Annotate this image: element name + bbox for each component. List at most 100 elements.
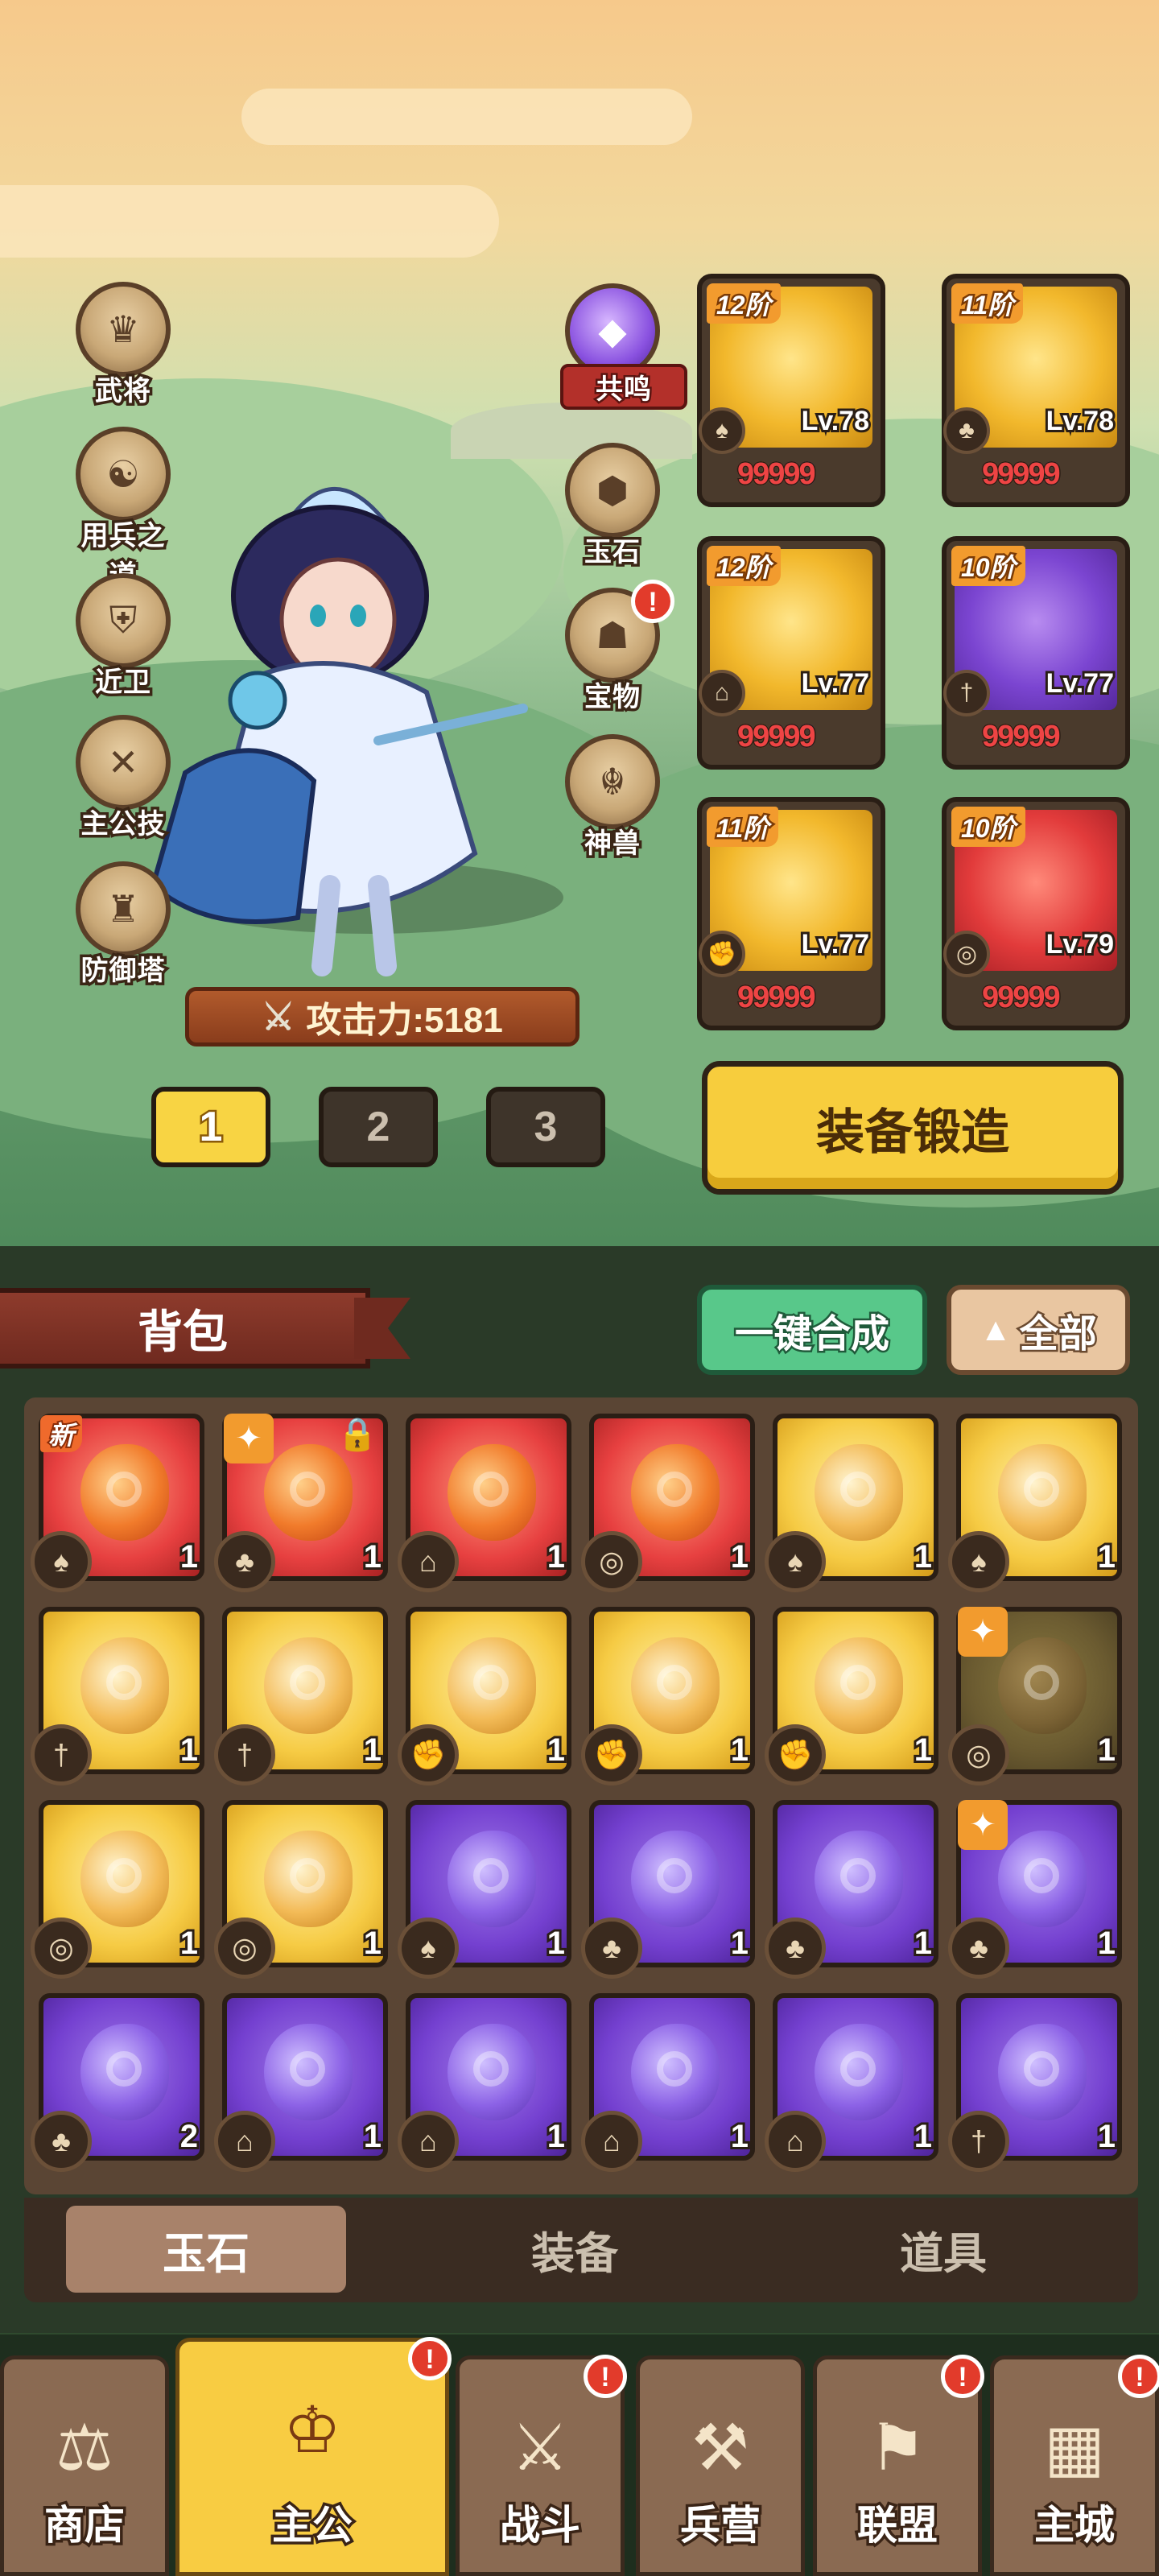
side-button-label: 主公技	[78, 807, 167, 843]
alert-badge-icon: !	[631, 580, 674, 623]
side-button-guard[interactable]: ⛨ 近卫	[71, 573, 175, 701]
item-quantity: 1	[912, 1537, 934, 1577]
inventory-item[interactable]: ✊ 1	[765, 1607, 938, 1785]
side-button-label: 宝物	[582, 679, 643, 716]
equipment-card[interactable]: 10阶 Lv.77 † 99999	[942, 536, 1130, 770]
item-quantity: 1	[728, 1923, 751, 1963]
side-button-lord-skill[interactable]: ✕ 主公技	[71, 715, 175, 843]
equipment-card[interactable]: 10阶 Lv.79 ◎ 99999	[942, 797, 1130, 1030]
inventory-item[interactable]: ⌂ 1	[398, 1993, 571, 2172]
inventory-tab-jade[interactable]: 玉石	[66, 2206, 346, 2293]
nav-tab-shop[interactable]: ⚖ 商店	[0, 2355, 169, 2576]
weapon-slot-icon: †	[31, 1724, 92, 1785]
page-button-2[interactable]: 2	[319, 1087, 438, 1167]
inventory-item[interactable]: ◎ 1	[581, 1414, 755, 1592]
inventory-item[interactable]: ◎ 1	[214, 1800, 388, 1979]
nav-tab-barracks[interactable]: ⚒ 兵营	[636, 2355, 805, 2576]
lord-skill-icon: ✕	[76, 715, 171, 810]
filter-all-button[interactable]: ▲ 全部	[947, 1285, 1130, 1375]
nav-label: 主城	[1032, 2500, 1118, 2551]
boots-slot-icon: ⌂	[214, 2111, 275, 2172]
nav-tab-alliance[interactable]: ⚑ 联盟!	[813, 2355, 984, 2576]
side-button-jade[interactable]: ⬢ 玉石	[560, 443, 665, 571]
alert-badge-icon: !	[1118, 2355, 1159, 2398]
inventory-item[interactable]: ⌂ 1	[581, 1993, 755, 2172]
inventory-item[interactable]: ✊ 1	[581, 1607, 755, 1785]
equipment-forge-button[interactable]: 装备锻造	[702, 1061, 1124, 1195]
sparkle-icon: ✦	[224, 1414, 274, 1463]
jade-icon: ⬢	[565, 443, 660, 538]
nav-tab-lord[interactable]: ♔ 主公!	[175, 2337, 452, 2576]
equipment-card[interactable]: 11阶 Lv.77 ✊ 99999	[697, 797, 885, 1030]
item-quantity: 1	[178, 1923, 200, 1963]
helmet-slot-icon: ♠	[765, 1531, 826, 1592]
armor-slot-icon: ♣	[581, 1918, 642, 1979]
ring-slot-icon: ◎	[214, 1918, 275, 1979]
hero-character[interactable]	[137, 435, 571, 982]
side-button-strategy[interactable]: ☯用兵之道	[71, 427, 175, 594]
equipment-tier: 11阶	[951, 283, 1024, 324]
inventory-item[interactable]: † 1	[214, 1607, 388, 1785]
inventory-item[interactable]: ♠ 1	[398, 1800, 571, 1979]
gauntlet-slot-icon: ✊	[765, 1724, 826, 1785]
gem-swirl	[1024, 1472, 1059, 1507]
nav-label: 商店	[42, 2500, 128, 2551]
inventory-item[interactable]: ⌂ 1	[214, 1993, 388, 2172]
inventory-item[interactable]: ⌂ 1	[398, 1414, 571, 1592]
item-quantity: 1	[1095, 1537, 1118, 1577]
inventory-item[interactable]: ♣ 2	[31, 1993, 204, 2172]
gem-swirl	[840, 1665, 876, 1700]
inventory-item[interactable]: ✊ 1	[398, 1607, 571, 1785]
inventory-item[interactable]: ♣ 1 ✦ 🔒	[214, 1414, 388, 1592]
weapon-slot-icon: †	[214, 1724, 275, 1785]
item-quantity: 1	[361, 2116, 384, 2157]
inventory-item[interactable]: ♣ 1 ✦	[948, 1800, 1122, 1979]
one-click-combine-button[interactable]: 一键合成	[697, 1285, 927, 1375]
gem-swirl	[657, 1472, 692, 1507]
inventory-tab-items[interactable]: 道具	[803, 2206, 1083, 2293]
equipment-tier: 10阶	[951, 546, 1025, 586]
side-button-general[interactable]: ♛ 武将	[71, 282, 175, 410]
attack-power-value: 攻击力:5181	[306, 1001, 503, 1040]
equipment-card[interactable]: 11阶 Lv.78 ♣ 99999	[942, 274, 1130, 507]
equipment-stars: 99999	[736, 456, 818, 493]
nav-tab-battle[interactable]: ⚔ 战斗!	[456, 2355, 627, 2576]
equipment-card[interactable]: 12阶 Lv.78 ♠ 99999	[697, 274, 885, 507]
inventory-item[interactable]: ♣ 1	[765, 1800, 938, 1979]
side-button-treasure[interactable]: ☗ 宝物!	[560, 580, 674, 716]
gem-swirl	[657, 1665, 692, 1700]
nav-tab-main-city[interactable]: ▦ 主城!	[990, 2355, 1159, 2576]
page-button-3[interactable]: 3	[486, 1087, 605, 1167]
side-button-label: 近卫	[93, 665, 154, 701]
item-quantity: 1	[178, 1730, 200, 1770]
backpack-title: 背包	[0, 1288, 370, 1368]
inventory-item[interactable]: ♣ 1	[581, 1800, 755, 1979]
inventory-item[interactable]: † 1	[31, 1607, 204, 1785]
inventory-tab-equipment[interactable]: 装备	[435, 2206, 715, 2293]
side-button-tower[interactable]: ♜ 防御塔	[71, 861, 175, 989]
item-quantity: 1	[912, 2116, 934, 2157]
inventory-item[interactable]: ◎ 1 ✦	[948, 1607, 1122, 1785]
item-quantity: 1	[545, 1730, 567, 1770]
inventory-item[interactable]: ♠ 1 新	[31, 1414, 204, 1592]
item-quantity: 1	[1095, 1923, 1118, 1963]
side-button-divine-beast[interactable]: ☬ 神兽	[560, 734, 665, 862]
inventory-item[interactable]: † 1	[948, 1993, 1122, 2172]
inventory-item[interactable]: ⌂ 1	[765, 1993, 938, 2172]
sparkle-icon: ✦	[958, 1607, 1008, 1657]
inventory-item[interactable]: ♠ 1	[948, 1414, 1122, 1592]
gem-swirl	[290, 1472, 325, 1507]
armor-slot-icon: ♣	[31, 2111, 92, 2172]
nav-label: 兵营	[678, 2500, 764, 2551]
equipment-card[interactable]: 12阶 Lv.77 ⌂ 99999	[697, 536, 885, 770]
nav-label: 主公	[270, 2500, 356, 2551]
crossed-swords-icon: ⚔	[262, 996, 295, 1038]
equipment-level: Lv.77	[1044, 666, 1116, 701]
gem-swirl	[106, 1665, 142, 1700]
alert-badge-icon: !	[941, 2355, 984, 2398]
inventory-item[interactable]: ◎ 1	[31, 1800, 204, 1979]
inventory-item[interactable]: ♠ 1	[765, 1414, 938, 1592]
side-button-resonance[interactable]: ◆ 共鸣	[560, 283, 687, 410]
page-button-1[interactable]: 1	[151, 1087, 270, 1167]
item-quantity: 2	[178, 2116, 200, 2157]
